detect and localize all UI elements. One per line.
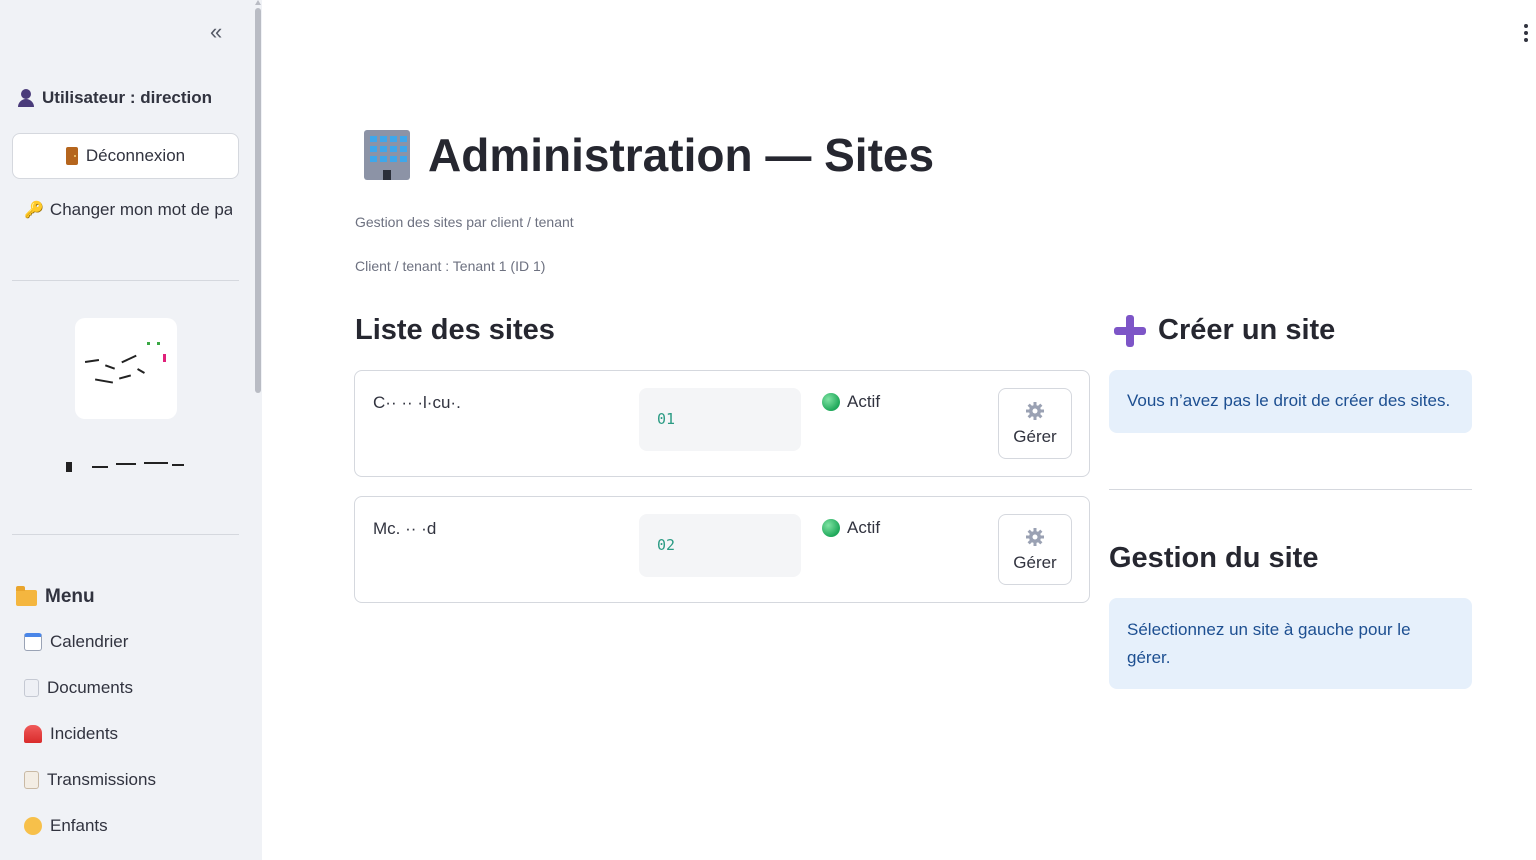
- logout-label: Déconnexion: [85, 146, 186, 165]
- change-password-label: Changer mon mot de pa: [49, 200, 232, 219]
- sidebar: « Utilisateur : direction Déconnexion 🔑 …: [0, 0, 262, 860]
- document-icon: [24, 679, 39, 697]
- create-permission-info: Vous n’avez pas le droit de créer des si…: [1109, 370, 1472, 433]
- sites-list-heading: Liste des sites: [355, 314, 555, 347]
- site-status: Actif: [822, 392, 880, 412]
- collapse-sidebar-icon[interactable]: «: [210, 20, 222, 44]
- calendar-icon: [24, 633, 42, 651]
- tenant-info: Client / tenant : Tenant 1 (ID 1): [355, 258, 546, 274]
- plus-icon: [1114, 314, 1146, 347]
- green-circle-icon: [822, 519, 840, 537]
- select-site-info: Sélectionnez un site à gauche pour le gé…: [1109, 598, 1472, 689]
- memo-icon: [24, 771, 39, 789]
- menu-item-label: Transmissions: [47, 770, 156, 789]
- office-building-icon: [360, 128, 414, 182]
- sidebar-divider: [12, 280, 239, 281]
- site-code-field: 02: [639, 514, 801, 577]
- green-circle-icon: [822, 393, 840, 411]
- folder-icon: [16, 586, 37, 606]
- key-icon: 🔑: [24, 202, 44, 219]
- menu-title-label: Menu: [45, 586, 95, 607]
- create-site-heading-text: Créer un site: [1158, 314, 1336, 346]
- manage-site-label: Gérer: [1013, 426, 1057, 446]
- door-icon: [65, 147, 78, 165]
- user-label: Utilisateur : direction: [42, 88, 213, 107]
- change-password-link[interactable]: 🔑 Changer mon mot de pa: [24, 200, 232, 220]
- menu-item-documents[interactable]: Documents: [24, 678, 133, 698]
- site-code-field: 01: [639, 388, 801, 451]
- siren-icon: [24, 725, 42, 743]
- site-name: Mc. ·· ·d: [373, 519, 437, 538]
- site-status-label: Actif: [847, 392, 881, 411]
- sites-list-heading-text: Liste des sites: [355, 314, 555, 346]
- site-status: Actif: [822, 518, 880, 538]
- page-title-text: Administration — Sites: [428, 129, 935, 181]
- user-info: Utilisateur : direction: [16, 88, 212, 108]
- logout-button[interactable]: Déconnexion: [12, 133, 239, 179]
- create-site-heading: Créer un site: [1114, 314, 1335, 347]
- menu-item-enfants[interactable]: Enfants: [24, 816, 108, 836]
- site-card: C·· ·· ·l·cu·. 01 Actif Gérer: [354, 370, 1090, 477]
- site-code: 01: [657, 410, 676, 428]
- organization-logo-caption: [62, 450, 188, 478]
- manage-site-heading-text: Gestion du site: [1109, 542, 1319, 574]
- menu-item-incidents[interactable]: Incidents: [24, 724, 118, 744]
- right-column-divider: [1109, 489, 1472, 490]
- manage-site-label: Gérer: [1013, 552, 1057, 572]
- main-menu-kebab-icon[interactable]: [1520, 22, 1532, 44]
- gear-icon: [1026, 527, 1044, 546]
- child-icon: [24, 817, 42, 835]
- site-card: Mc. ·· ·d 02 Actif Gérer: [354, 496, 1090, 603]
- site-code: 02: [657, 536, 676, 554]
- create-permission-text: Vous n’avez pas le droit de créer des si…: [1127, 391, 1451, 410]
- page-title: Administration — Sites: [360, 128, 934, 182]
- menu-title: Menu: [16, 586, 95, 608]
- manage-site-button[interactable]: Gérer: [998, 388, 1072, 459]
- manage-site-heading: Gestion du site: [1109, 542, 1318, 575]
- menu-item-label: Incidents: [50, 724, 119, 743]
- organization-logo: [75, 318, 177, 419]
- manage-site-button[interactable]: Gérer: [998, 514, 1072, 585]
- menu-item-transmissions[interactable]: Transmissions: [24, 770, 156, 790]
- select-site-text: Sélectionnez un site à gauche pour le gé…: [1127, 620, 1411, 667]
- menu-item-label: Documents: [47, 678, 133, 697]
- sidebar-divider: [12, 534, 239, 535]
- menu-item-calendrier[interactable]: Calendrier: [24, 632, 128, 652]
- page-subtitle: Gestion des sites par client / tenant: [355, 214, 574, 230]
- sidebar-scrollbar-thumb[interactable]: [255, 8, 261, 393]
- menu-item-label: Calendrier: [50, 632, 129, 651]
- site-name: C·· ·· ·l·cu·.: [373, 393, 461, 412]
- menu-item-label: Enfants: [50, 816, 108, 835]
- user-icon: [16, 88, 36, 108]
- site-status-label: Actif: [847, 518, 881, 537]
- gear-icon: [1026, 401, 1044, 420]
- sidebar-scrollbar[interactable]: [254, 0, 262, 860]
